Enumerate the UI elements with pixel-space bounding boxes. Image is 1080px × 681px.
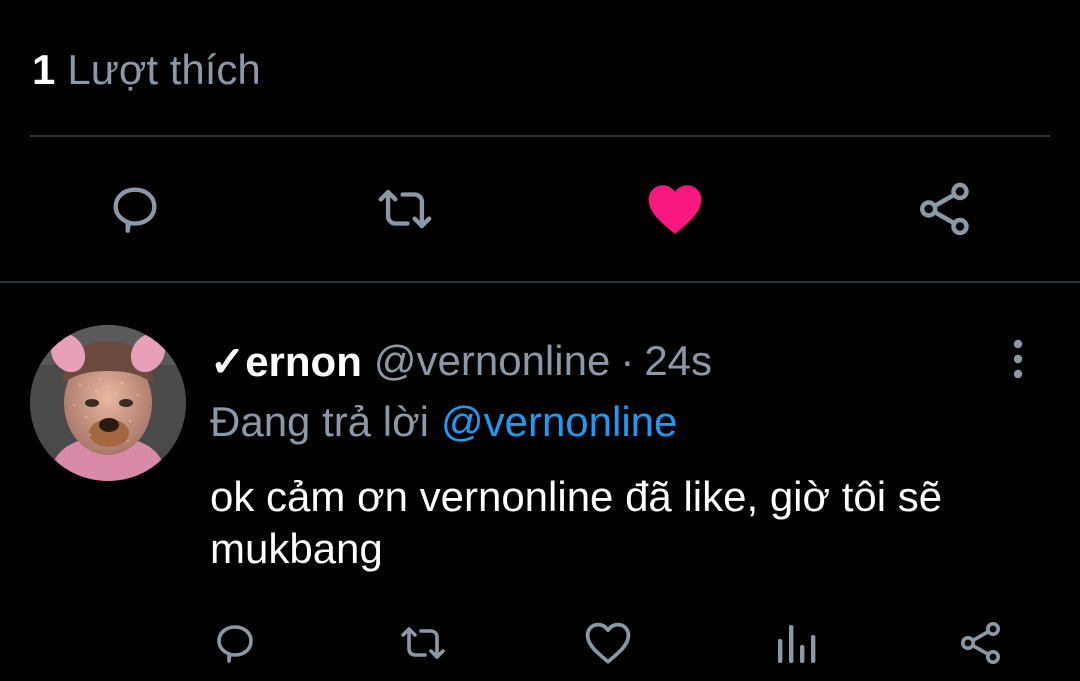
reply-icon (113, 187, 157, 233)
tweet-header: ✓ernon @vernonline · 24s (210, 333, 712, 389)
share-icon (920, 182, 969, 236)
like-button[interactable] (635, 170, 715, 248)
analytics-icon (778, 625, 816, 663)
share-button[interactable] (905, 170, 985, 248)
likes-summary[interactable]: 1 Lượt thích (32, 38, 261, 102)
reply-button[interactable] (95, 170, 175, 248)
replying-handle-link[interactable]: @vernonline (441, 398, 677, 446)
reply-reply-button[interactable] (205, 613, 265, 673)
reply-retweet-button[interactable] (393, 613, 453, 673)
avatar-image (30, 325, 186, 481)
reply-tweet[interactable]: ✓ernon @vernonline · 24s Đang trả lời @v… (0, 283, 1080, 681)
retweet-button[interactable] (365, 170, 445, 248)
timestamp[interactable]: 24s (644, 337, 712, 385)
separator-dot: · (620, 337, 635, 384)
reply-icon (217, 625, 253, 663)
display-name[interactable]: ✓ernon (210, 337, 362, 386)
reply-like-button[interactable] (578, 613, 638, 673)
share-icon (961, 622, 1000, 664)
likes-label: Lượt thích (67, 46, 261, 93)
retweet-icon (378, 189, 432, 229)
replying-to: Đang trả lời @vernonline (210, 396, 677, 448)
tweet-text: ok cảm ơn vernonline đã like, giờ tôi sẽ… (210, 473, 943, 572)
heart-filled-icon (648, 185, 702, 234)
reply-action-bar (0, 613, 1080, 673)
reply-share-button[interactable] (951, 613, 1011, 673)
more-vertical-icon (1013, 339, 1023, 379)
more-options-button[interactable] (996, 335, 1040, 383)
divider (30, 135, 1050, 137)
retweet-icon (401, 627, 445, 659)
tweet-action-bar (0, 170, 1080, 248)
heart-outline-icon (585, 622, 631, 664)
likes-count: 1 (32, 46, 56, 93)
user-handle[interactable]: @vernonline (374, 337, 610, 385)
replying-prefix: Đang trả lời (210, 398, 429, 445)
reply-analytics-button[interactable] (766, 613, 826, 673)
avatar[interactable] (30, 325, 186, 481)
